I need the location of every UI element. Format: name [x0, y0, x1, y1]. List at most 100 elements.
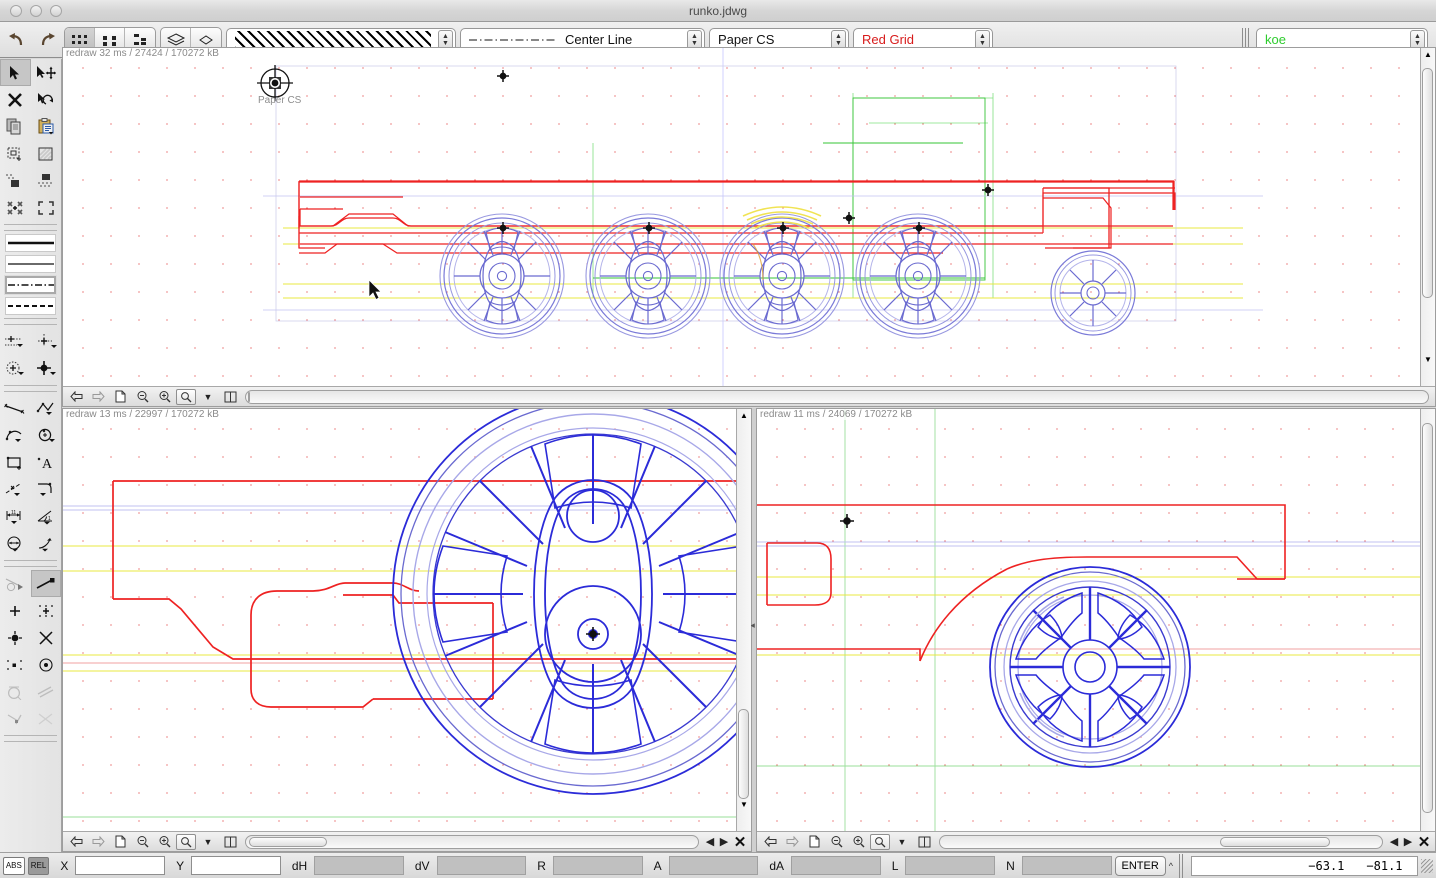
viewport-bl-vscrollbar[interactable]: ▲ ▼ — [736, 409, 751, 831]
r-field[interactable] — [552, 856, 643, 875]
snap-grid-tool[interactable] — [31, 597, 62, 624]
rel-mode-button[interactable]: REL — [27, 856, 50, 875]
x-field[interactable] — [75, 856, 166, 875]
viewport-br-close-button[interactable]: ✕ — [1416, 833, 1432, 851]
scroll-up-arrow[interactable]: ▲ — [1424, 50, 1432, 59]
zoom-in-button[interactable] — [154, 389, 174, 405]
viewport-br-vthumb[interactable] — [1422, 423, 1433, 813]
statusbar-grip[interactable] — [1179, 853, 1186, 878]
snap-midpoint-tool[interactable] — [0, 651, 31, 678]
point-array-tool[interactable] — [0, 328, 31, 355]
view-back-button[interactable] — [66, 834, 86, 850]
rectangle-tool[interactable] — [0, 449, 31, 476]
viewport-top-hthumb[interactable] — [248, 391, 250, 402]
viewport-top[interactable]: Paper CS redraw 32 ms / 27424 / 170272 k… — [62, 47, 1436, 407]
snap-endpoint-tool[interactable] — [30, 570, 61, 597]
a-field[interactable] — [668, 856, 759, 875]
split-view-button[interactable] — [220, 834, 240, 850]
zoom-menu-button[interactable]: ▼ — [198, 389, 218, 405]
zoom-out-button[interactable] — [826, 834, 846, 850]
delete-tool[interactable] — [0, 86, 31, 113]
zoom-window-button[interactable] — [176, 833, 196, 850]
viewport-br-hscrollbar[interactable] — [939, 834, 1383, 849]
viewport-bl-vthumb[interactable] — [738, 709, 749, 799]
view-forward-button[interactable] — [88, 389, 108, 405]
window-resize-grip[interactable] — [1420, 858, 1434, 873]
zoom-menu-button[interactable]: ▼ — [198, 834, 218, 850]
scroll-down-arrow[interactable]: ▼ — [1424, 355, 1432, 364]
snap-perpendicular-tool[interactable] — [0, 705, 31, 732]
linestyle-center-dashdot[interactable] — [5, 276, 56, 294]
split-view-button[interactable] — [914, 834, 934, 850]
zoom-window-button[interactable] — [870, 833, 890, 850]
zoom-window-button[interactable] — [176, 388, 196, 405]
snap-intersection-tool[interactable] — [31, 624, 62, 651]
split-view-button[interactable] — [220, 389, 240, 405]
circle-tool[interactable] — [31, 422, 62, 449]
rotate-tool[interactable] — [31, 86, 62, 113]
n-field[interactable] — [1021, 856, 1112, 875]
axis-point-tool[interactable] — [31, 328, 62, 355]
viewport-top-hscrollbar[interactable] — [245, 389, 1429, 404]
viewport-bottom-left[interactable]: redraw 13 ms / 22997 / 170272 kB ▲ ▼ ▼ ◀… — [62, 408, 752, 852]
viewport-bl-hscrollbar[interactable] — [245, 834, 699, 849]
line-tool[interactable] — [0, 395, 31, 422]
zoom-in-button[interactable] — [848, 834, 868, 850]
viewport-top-vthumb[interactable] — [1422, 68, 1433, 298]
snap-center-tool[interactable] — [31, 651, 62, 678]
viewport-top-vscrollbar[interactable]: ▲ ▼ — [1420, 48, 1435, 386]
enter-menu-caret[interactable]: ^ — [1169, 861, 1173, 871]
viewport-top-canvas[interactable]: Paper CS — [63, 48, 1435, 406]
snap-quadrant-tool[interactable] — [0, 678, 31, 705]
zoom-out-button[interactable] — [132, 834, 152, 850]
move-tool[interactable] — [31, 59, 62, 86]
view-back-button[interactable] — [66, 389, 86, 405]
leader-tool[interactable] — [31, 530, 62, 557]
hscroll-right-arrow[interactable]: ▶ — [1402, 834, 1414, 850]
viewport-br-hthumb[interactable] — [1220, 836, 1330, 847]
fillet-tool[interactable] — [31, 476, 62, 503]
center-mark-tool[interactable] — [31, 355, 62, 382]
ungroup-tool[interactable] — [31, 167, 62, 194]
view-forward-button[interactable] — [88, 834, 108, 850]
arc-tool[interactable] — [0, 422, 31, 449]
circle-point-tool[interactable] — [0, 355, 31, 382]
select-arrow-tool[interactable] — [0, 59, 31, 86]
zoom-fit-page-button[interactable] — [110, 834, 130, 850]
da-field[interactable] — [791, 856, 881, 875]
construction-line-tool[interactable] — [0, 476, 31, 503]
viewport-bottom-left-canvas[interactable] — [63, 409, 751, 851]
view-forward-button[interactable] — [782, 834, 802, 850]
view-back-button[interactable] — [760, 834, 780, 850]
undo-button[interactable] — [4, 27, 30, 53]
snap-point-tool[interactable] — [0, 597, 31, 624]
polyline-tool[interactable] — [31, 395, 62, 422]
viewport-bottom-right-canvas[interactable] — [757, 409, 1435, 851]
angular-dimension-tool[interactable]: 1 — [31, 503, 62, 530]
l-field[interactable] — [905, 856, 996, 875]
linestyle-dashed[interactable] — [5, 297, 56, 315]
dv-field[interactable] — [436, 856, 527, 875]
hscroll-left-arrow[interactable]: ◀ — [704, 834, 716, 850]
select-window-tool[interactable] — [0, 140, 31, 167]
viewport-bl-hthumb[interactable] — [249, 836, 327, 847]
viewport-bl-close-button[interactable]: ✕ — [732, 833, 748, 851]
enter-button[interactable]: ENTER — [1114, 855, 1166, 876]
scroll-up-arrow[interactable]: ▲ — [740, 411, 748, 420]
hatch-fill-tool[interactable] — [31, 140, 62, 167]
viewport-br-vscrollbar[interactable] — [1420, 409, 1435, 831]
snap-nearest-tool[interactable] — [31, 705, 62, 732]
copy-tool[interactable] — [0, 113, 31, 140]
snap-node-tool[interactable] — [0, 624, 31, 651]
collapse-tool[interactable] — [0, 194, 31, 221]
scroll-down-arrow[interactable]: ▼ — [740, 800, 748, 809]
zoom-menu-button[interactable]: ▼ — [892, 834, 912, 850]
zoom-out-button[interactable] — [132, 389, 152, 405]
paste-tool[interactable] — [31, 113, 62, 140]
redo-button[interactable] — [34, 27, 60, 53]
zoom-in-button[interactable] — [154, 834, 174, 850]
linestyle-thin-solid[interactable] — [5, 255, 56, 273]
abs-mode-button[interactable]: ABS — [3, 856, 25, 875]
linestyle-thick-solid[interactable] — [5, 234, 56, 252]
snap-parallel-tool[interactable] — [31, 678, 62, 705]
